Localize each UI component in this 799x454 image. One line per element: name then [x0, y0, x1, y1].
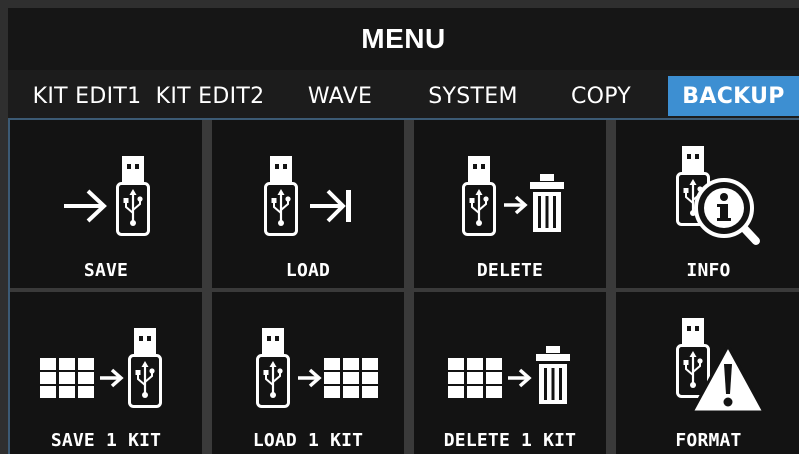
tab-copy[interactable]: COPY [556, 76, 646, 116]
tile-label: LOAD 1 KIT [252, 430, 364, 451]
delete-kit-icon [414, 300, 606, 430]
page-title: MENU [8, 8, 799, 70]
usb-save-icon [10, 128, 202, 258]
tile-label: SAVE [83, 260, 129, 281]
save-kit-to-usb-icon [10, 300, 202, 430]
tab-system[interactable]: SYSTEM [413, 76, 533, 116]
tab-kit-edit2[interactable]: KIT EDIT2 [154, 76, 266, 116]
delete-tile[interactable]: DELETE [414, 120, 606, 288]
tab-bar: KIT EDIT1 KIT EDIT2 WAVE SYSTEM COPY BAC… [8, 70, 799, 118]
usb-delete-icon [414, 128, 606, 258]
delete-1-kit-tile[interactable]: DELETE 1 KIT [414, 292, 606, 454]
info-tile[interactable]: INFO [616, 120, 799, 288]
save-1-kit-tile[interactable]: SAVE 1 KIT [10, 292, 202, 454]
tab-kit-edit1[interactable]: KIT EDIT1 [22, 76, 152, 116]
tab-wave[interactable]: WAVE [290, 76, 390, 116]
tile-label: INFO [686, 260, 731, 281]
usb-format-warning-icon [616, 300, 799, 430]
load-tile[interactable]: LOAD [212, 120, 404, 288]
tile-label: FORMAT [675, 430, 742, 451]
usb-info-icon [616, 128, 799, 258]
menu-screen: MENU KIT EDIT1 KIT EDIT2 WAVE SYSTEM COP… [0, 0, 799, 454]
format-tile[interactable]: FORMAT [616, 292, 799, 454]
usb-load-icon [212, 128, 404, 258]
save-tile[interactable]: SAVE [10, 120, 202, 288]
tab-backup[interactable]: BACKUP [668, 76, 799, 116]
tile-label: LOAD [285, 260, 331, 281]
load-1-kit-tile[interactable]: LOAD 1 KIT [212, 292, 404, 454]
tile-label: SAVE 1 KIT [50, 430, 162, 451]
tile-label: DELETE 1 KIT [443, 430, 577, 451]
menu-grid: SAVE LOAD DELETE INFO SAVE 1 KIT LOAD 1 … [10, 120, 799, 454]
load-kit-from-usb-icon [212, 300, 404, 430]
menu-grid-frame: SAVE LOAD DELETE INFO SAVE 1 KIT LOAD 1 … [8, 118, 799, 454]
tile-label: DELETE [476, 260, 544, 281]
